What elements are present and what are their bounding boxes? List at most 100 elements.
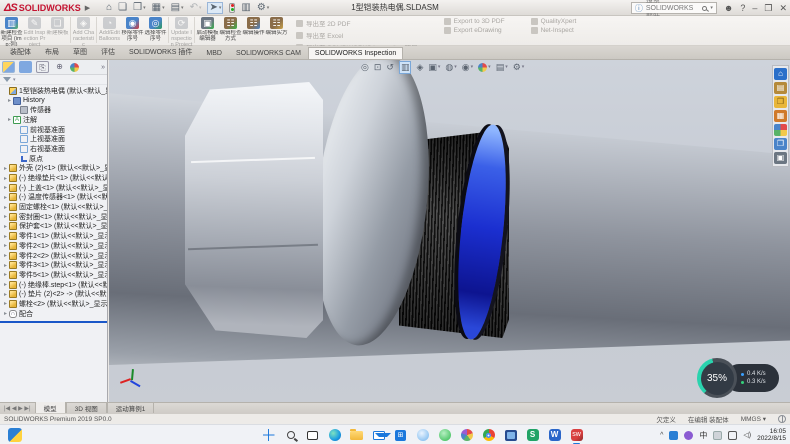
file-explorer-button[interactable] [350, 429, 363, 442]
toolbox-icon[interactable]: ▦ [774, 110, 787, 122]
tab-sketch[interactable]: 草图 [66, 44, 94, 59]
task-view-button[interactable] [306, 429, 319, 442]
expand-arrow-icon[interactable]: ▸ [2, 262, 9, 269]
dimxpertmanager-tab[interactable]: ⊕ [53, 61, 66, 73]
tab-solidworks-cam[interactable]: SOLIDWORKS CAM [229, 47, 308, 59]
rebuild-button[interactable] [229, 3, 235, 13]
touch-keyboard-icon[interactable] [713, 431, 722, 440]
tray-chevron-icon[interactable]: ^ [660, 432, 663, 439]
close-button[interactable]: ✕ [779, 2, 787, 14]
model-hex-nut[interactable] [185, 82, 323, 338]
tree-item-insulation-rod[interactable]: ▸(-) 绝缘棒.step<1> (默认<<默认> [0, 280, 107, 290]
tab-layout[interactable]: 布局 [38, 44, 66, 59]
speed-monitor-overlay[interactable]: 0.4 K/s 0.3 K/s 35% [697, 358, 783, 398]
expand-arrow-icon[interactable]: ▸ [2, 204, 9, 211]
graphics-viewport[interactable]: ◎ ⊡ ↺ ▥ ◈ ▣▾ ◍▾ ◉▾ ▾ ▤▾ ⚙▾ ⌂ ▤ ❒ ▦ ❐ ▣ [109, 60, 790, 402]
display-style-icon[interactable]: ◍▾ [445, 62, 456, 73]
expand-arrow-icon[interactable]: ▸ [2, 271, 9, 278]
chrome-button[interactable] [482, 429, 495, 442]
custom-properties-icon[interactable]: ❐ [774, 138, 787, 150]
tree-item-protective-sleeve[interactable]: ▸保护套<1> (默认<<默认>_显示状 [0, 222, 107, 232]
minimize-button[interactable]: – [752, 2, 757, 14]
tab-evaluate[interactable]: 评估 [94, 44, 122, 59]
expand-arrow-icon[interactable]: ▸ [2, 213, 9, 220]
expand-arrow-icon[interactable]: ▸ [2, 165, 9, 172]
design-library-icon[interactable]: ▤ [774, 82, 787, 94]
new-document-button[interactable]: ❏ [118, 3, 127, 13]
edit-inspection-method-button[interactable]: ☷ 编辑检查方式 [219, 17, 242, 48]
forum-icon[interactable]: ▣ [774, 152, 787, 164]
search-icon[interactable] [702, 6, 707, 11]
help-search-input[interactable]: ⓘ 搜索 SOLIDWORKS 帮助 ▾ [631, 2, 717, 14]
edge-browser-button[interactable] [328, 429, 341, 442]
taskbar-clock[interactable]: 16:05 2022/8/15 [757, 428, 786, 442]
tree-item-annotations[interactable]: ▸A注解 [0, 115, 107, 125]
solidworks-resources-icon[interactable]: ⌂ [774, 68, 787, 80]
tab-addins[interactable]: SOLIDWORKS 插件 [122, 44, 199, 59]
tree-item-part1[interactable]: ▸零件1<1> (默认<<默认>_显示状态 [0, 231, 107, 241]
tray-shield-icon[interactable] [669, 431, 678, 440]
expand-arrow-icon[interactable]: ▸ [6, 97, 13, 104]
units-selector[interactable]: MMGS ▾ [741, 415, 766, 423]
tab-solidworks-inspection[interactable]: SOLIDWORKS Inspection [308, 47, 403, 59]
filter-funnel-icon[interactable] [3, 77, 11, 82]
tree-item-history[interactable]: ▸History [0, 96, 107, 106]
save-button[interactable]: ▦▾ [152, 3, 165, 13]
configurationmanager-tab[interactable]: ⎘ [36, 61, 49, 73]
tree-item-bolt[interactable]: ▸螺栓<2> (默认<<默认>_显示状态 [0, 299, 107, 309]
expand-arrow-icon[interactable]: ▸ [2, 233, 9, 240]
edit-operation-button[interactable]: ☷ 编辑操作 [242, 17, 265, 48]
tree-item-top-plane[interactable]: 上视基准面 [0, 134, 107, 144]
expand-arrow-icon[interactable]: ▸ [2, 281, 9, 288]
tree-item-insulation-gasket[interactable]: ▸(-) 绝缘垫片<1> (默认<<默认>_显 [0, 173, 107, 183]
pinwheel-app-button[interactable] [460, 429, 473, 442]
tree-item-shell[interactable]: ▸外壳 (2)<1> (默认<<默认>_显示状 [0, 164, 107, 174]
solidworks-taskbar-button[interactable]: sw [570, 429, 583, 442]
blue-w-app-button[interactable]: W [548, 429, 561, 442]
options-button[interactable]: ⚙▾ [257, 3, 269, 13]
tree-item-mates[interactable]: ▸∩配合 [0, 309, 107, 319]
propertymanager-tab[interactable] [19, 61, 32, 73]
cloud-app-button[interactable] [416, 429, 429, 442]
export-2d-pdf-button[interactable]: 导出至 2D PDF [296, 18, 418, 28]
section-view-icon[interactable]: ▥ [399, 61, 412, 74]
search-dropdown-icon[interactable]: ▾ [710, 5, 713, 11]
export-3d-pdf-button[interactable]: Export to 3D PDF [444, 18, 505, 25]
tree-item-part3[interactable]: ▸零件3<1> (默认<<默认>_显示状 [0, 260, 107, 270]
select-tool-button[interactable]: ➤▾ [207, 2, 223, 14]
green-circle-app-button[interactable] [438, 429, 451, 442]
ime-indicator[interactable]: 中 [699, 430, 707, 441]
taskbar-search-button[interactable] [284, 429, 297, 442]
appearances-scenes-icon[interactable] [774, 124, 787, 136]
start-button[interactable] [262, 429, 275, 442]
expand-arrow-icon[interactable]: ▸ [6, 116, 13, 123]
tree-item-front-plane[interactable]: 前视基准面 [0, 125, 107, 135]
print-button[interactable]: ▤▾ [171, 3, 184, 13]
volume-icon[interactable]: ◁) [743, 431, 751, 439]
apply-scene-icon[interactable]: ▤▾ [496, 62, 508, 73]
tree-item-seal-ring[interactable]: ▸密封圈<1> (默认<<默认>_显示状 [0, 212, 107, 222]
widgets-icon[interactable] [8, 428, 22, 442]
green-s-app-button[interactable]: S [526, 429, 539, 442]
expand-arrow-icon[interactable]: ▸ [2, 252, 9, 259]
view-orientation-icon[interactable]: ▣▾ [428, 62, 440, 73]
login-button[interactable]: ☻ [724, 2, 733, 14]
tree-item-part2-1[interactable]: ▸零件2<1> (默认<<默认>_显示状 [0, 241, 107, 251]
qualityxpert-button[interactable]: QualityXpert [531, 18, 577, 25]
tree-item-part2-2[interactable]: ▸零件2<2> (默认<<默认>_显示状 [0, 251, 107, 261]
edit-measurement-button[interactable]: ☷ 编辑实方 [265, 17, 288, 48]
filter-dropdown-icon[interactable]: ▾ [13, 77, 16, 83]
help-button[interactable]: ? [740, 2, 745, 14]
tree-item-temp-sensor[interactable]: ▸(-) 温度传感器<1> (默认<<默认>_ [0, 193, 107, 203]
tree-item-gasket[interactable]: ▸(-) 垫片 (2)<2> -> (默认<<默认> [0, 289, 107, 299]
expand-arrow-icon[interactable]: ▸ [2, 223, 9, 230]
displaymanager-tab[interactable] [70, 63, 79, 72]
tree-item-sensors[interactable]: 传感器 [0, 105, 107, 115]
dynamic-annotation-icon[interactable]: ◈ [416, 62, 423, 73]
export-excel-button[interactable]: 导出至 Excel [296, 30, 418, 40]
view-settings-icon[interactable]: ⚙▾ [513, 62, 525, 73]
monitor-app-button[interactable] [504, 429, 517, 442]
restore-button[interactable]: ❐ [764, 2, 772, 14]
home-button[interactable]: ⌂ [106, 3, 112, 13]
zoom-fit-icon[interactable]: ◎ [361, 62, 369, 73]
